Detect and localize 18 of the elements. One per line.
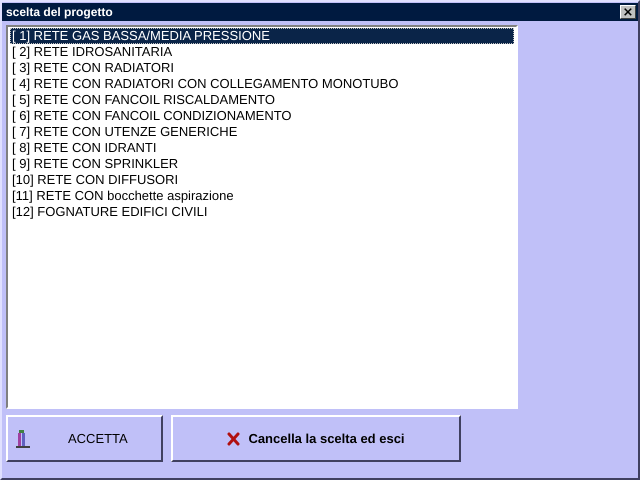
list-item[interactable]: [10] RETE CON DIFFUSORI xyxy=(10,172,514,188)
list-item[interactable]: [ 8] RETE CON IDRANTI xyxy=(10,140,514,156)
close-icon xyxy=(227,432,240,446)
list-item[interactable]: [ 9] RETE CON SPRINKLER xyxy=(10,156,514,172)
list-item[interactable]: [11] RETE CON bocchette aspirazione xyxy=(10,188,514,204)
list-item[interactable]: [ 4] RETE CON RADIATORI CON COLLEGAMENTO MONOTUBO xyxy=(10,76,514,92)
window-title: scelta del progetto xyxy=(6,5,113,19)
close-button[interactable]: × xyxy=(620,5,636,19)
cancel-button[interactable]: Cancella la scelta ed esci xyxy=(171,415,461,462)
list-item[interactable]: [ 5] RETE CON FANCOIL RISCALDAMENTO xyxy=(10,92,514,108)
pipe-icon xyxy=(16,428,30,448)
list-item[interactable]: [ 3] RETE CON RADIATORI xyxy=(10,60,514,76)
list-item[interactable]: [ 6] RETE CON FANCOIL CONDIZIONAMENTO xyxy=(10,108,514,124)
list-item[interactable]: [12] FOGNATURE EDIFICI CIVILI xyxy=(10,204,514,220)
accept-button[interactable]: ACCETTA xyxy=(6,415,163,462)
list-item[interactable]: [ 2] RETE IDROSANITARIA xyxy=(10,44,514,60)
list-item[interactable]: [ 1] RETE GAS BASSA/MEDIA PRESSIONE xyxy=(10,28,514,44)
list-item[interactable]: [ 7] RETE CON UTENZE GENERICHE xyxy=(10,124,514,140)
